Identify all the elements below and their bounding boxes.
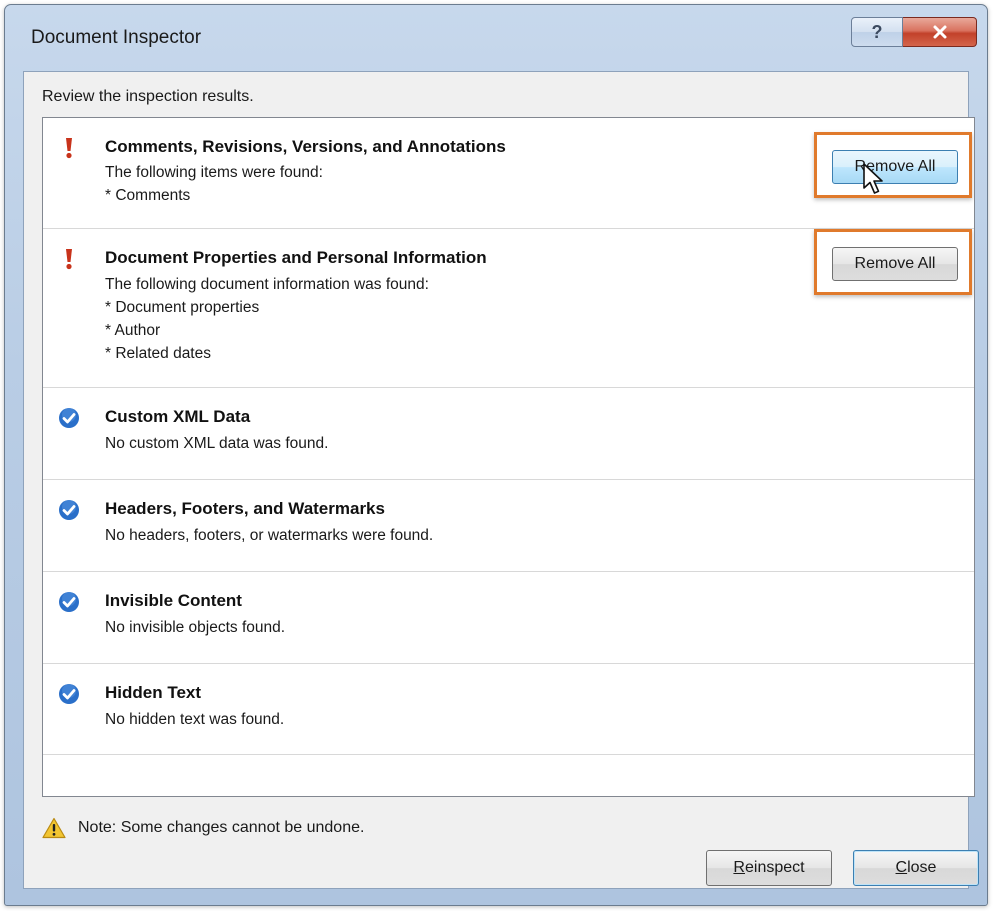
remove-all-comments-button[interactable]: Remove All (832, 150, 958, 184)
result-item-invisible-content: Invisible Content No invisible objects f… (43, 572, 974, 664)
result-title: Comments, Revisions, Versions, and Annot… (105, 137, 506, 156)
checkmark-icon (57, 406, 81, 430)
results-list: Comments, Revisions, Versions, and Annot… (42, 117, 975, 797)
title-bar: Document Inspector ? (5, 5, 987, 73)
result-item-custom-xml: Custom XML Data No custom XML data was f… (43, 388, 974, 480)
close-button[interactable]: Close (853, 850, 979, 886)
result-detail: No custom XML data was found. (105, 435, 329, 452)
note-text: Note: Some changes cannot be undone. (78, 819, 365, 836)
result-detail: * Document properties (105, 299, 260, 316)
help-icon: ? (871, 21, 883, 42)
result-detail: * Comments (105, 187, 191, 204)
result-detail: * Author (105, 322, 161, 339)
result-title: Invisible Content (105, 591, 242, 610)
result-detail: No invisible objects found. (105, 619, 286, 636)
result-detail: The following items were found: (105, 164, 323, 181)
exclamation-icon (57, 136, 81, 160)
mouse-cursor-icon (863, 163, 883, 194)
document-inspector-dialog: Document Inspector ? Review the inspecti… (4, 4, 988, 906)
remove-all-properties-button[interactable]: Remove All (832, 247, 958, 281)
note-row: Note: Some changes cannot be undone. (42, 817, 364, 839)
result-item-headers-footers: Headers, Footers, and Watermarks No head… (43, 480, 974, 572)
result-detail: No hidden text was found. (105, 711, 285, 728)
result-detail: The following document information was f… (105, 276, 429, 293)
remove-all-highlight: Remove All (814, 132, 972, 198)
exclamation-icon (57, 247, 81, 271)
reinspect-button[interactable]: Reinspect (706, 850, 832, 886)
help-button[interactable]: ? (851, 17, 903, 47)
window-close-button[interactable] (903, 17, 977, 47)
instruction-text: Review the inspection results. (42, 88, 254, 105)
result-item-document-properties: Document Properties and Personal Informa… (43, 229, 974, 388)
close-label: Close (895, 859, 937, 876)
close-icon (933, 25, 946, 39)
remove-all-highlight: Remove All (814, 229, 972, 295)
checkmark-icon (57, 590, 81, 614)
checkmark-icon (57, 498, 81, 522)
result-item-comments: Comments, Revisions, Versions, and Annot… (43, 118, 974, 229)
checkmark-icon (57, 682, 81, 706)
warning-icon (42, 817, 66, 839)
result-title: Hidden Text (105, 683, 202, 702)
result-title: Document Properties and Personal Informa… (105, 248, 487, 267)
result-title: Headers, Footers, and Watermarks (105, 499, 385, 518)
result-detail: * Related dates (105, 345, 211, 362)
result-item-hidden-text: Hidden Text No hidden text was found. (43, 664, 974, 755)
dialog-content: Review the inspection results. Comments,… (23, 71, 979, 889)
result-detail: No headers, footers, or watermarks were … (105, 527, 434, 544)
window-title: Document Inspector (31, 27, 202, 48)
result-title: Custom XML Data (105, 407, 251, 426)
reinspect-label: Reinspect (733, 859, 805, 876)
